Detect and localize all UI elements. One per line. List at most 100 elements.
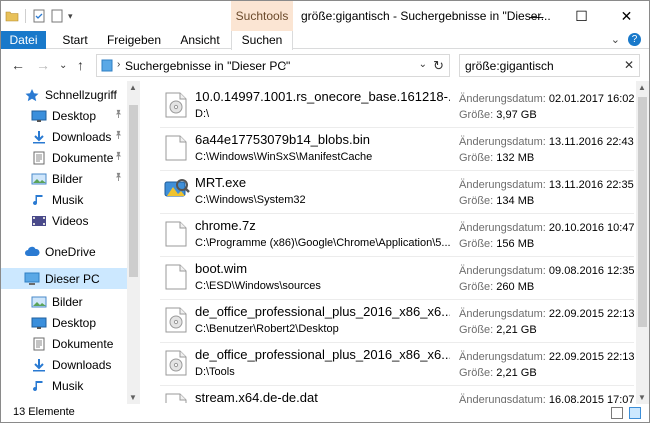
size-label: Größe: [459,195,494,207]
list-item[interactable]: boot.wim C:\ESD\Windows\sources Änderungsd… [158,257,634,300]
date-value: 20.10.2016 10:47 [548,222,634,234]
breadcrumb-chevron-icon[interactable]: › [117,59,120,70]
navigation-pane: Schnellzugriff Desktop Downloads Dokumente B… [1,81,141,404]
properties-icon[interactable] [32,9,46,23]
video-icon [31,214,47,228]
file-list-scroll-thumb[interactable] [638,97,647,327]
sidebar-item-dieser-pc[interactable]: Dieser PC [1,268,127,289]
pin-icon [114,109,123,120]
explorer-window: ▾ Suchtools größe:gigantisch - Suchergeb… [0,0,650,423]
file-list: 10.0.14997.1001.rs_onecore_base.161218-.… [158,85,634,403]
details-view-icon[interactable] [611,407,623,419]
list-item[interactable]: de_office_professional_plus_2016_x86_x6.… [158,300,634,343]
list-item[interactable]: de_office_professional_plus_2016_x86_x6.… [158,343,634,386]
close-button[interactable]: ✕ [604,1,649,31]
sidebar-scroll-thumb[interactable] [129,105,138,277]
sidebar-item-label: Schnellzugriff [45,87,117,102]
mrt-app-icon [162,176,190,202]
list-item[interactable]: 6a44e17753079b14_blobs.bin C:\Windows\Win… [158,128,634,171]
context-tab-label: Suchtools [235,9,289,23]
search-results-icon [101,59,113,72]
item-count: 13 Elemente [13,406,75,418]
forward-button[interactable]: → [36,57,50,73]
date-label: Änderungsdatum: [459,394,546,403]
folder-icon[interactable] [5,9,19,23]
minimize-button[interactable]: — [514,1,559,31]
pin-icon [114,172,123,183]
breadcrumb[interactable]: Suchergebnisse in "Dieser PC" [125,59,290,73]
scroll-up-icon[interactable]: ▲ [129,83,137,92]
ribbon-expand-icon[interactable]: ⌄ [611,33,620,46]
back-button[interactable]: ← [11,57,25,73]
content-view-icon[interactable] [629,407,641,419]
sidebar-item-onedrive[interactable]: OneDrive [1,241,127,262]
scroll-down-icon[interactable]: ▼ [129,393,137,402]
size-label: Größe: [459,324,494,336]
sidebar-item-downloads[interactable]: Downloads [1,354,127,375]
tab-suchen[interactable]: Suchen [231,31,293,50]
sidebar-item-schnellzugriff[interactable]: Schnellzugriff [1,84,127,105]
file-list-scrollbar[interactable]: ▲ ▼ [636,81,649,404]
sidebar-item-label: Dokumente [52,336,114,351]
address-bar[interactable]: › Suchergebnisse in "Dieser PC" › ⌄ ↻ [96,54,450,77]
date-value: 22.09.2015 22:13 [548,351,634,363]
sidebar-item-dokumente[interactable]: Dokumente [1,147,127,168]
sidebar-item-bilder[interactable]: Bilder [1,168,127,189]
tab-start[interactable]: Start [51,31,99,49]
recent-locations-button[interactable]: ⌄ [59,60,67,71]
date-label: Änderungsdatum: [459,93,546,105]
tab-freigeben[interactable]: Freigeben [101,31,167,49]
new-folder-icon[interactable] [50,9,64,23]
list-item[interactable]: chrome.7z C:\Programme (x86)\Google\Chrom… [158,214,634,257]
date-value: 02.01.2017 16:02 [548,93,634,105]
sidebar-scrollbar[interactable]: ▲ ▼ [127,81,140,404]
sidebar-item-musik[interactable]: Musik [1,375,127,396]
sidebar-item-desktop[interactable]: Desktop [1,312,127,333]
search-box[interactable]: ✕ [459,54,640,77]
scroll-up-icon[interactable]: ▲ [638,83,646,92]
sidebar-item-videos[interactable]: Videos [1,210,127,231]
size-label: Größe: [459,367,494,379]
sidebar-item-label: Downloads [52,357,112,372]
date-label: Änderungsdatum: [459,222,546,234]
qat-dropdown-icon[interactable]: ▾ [68,11,73,22]
scroll-down-icon[interactable]: ▼ [638,393,646,402]
disc-image-icon [165,350,187,376]
file-icon [165,264,187,290]
close-icon: ✕ [620,7,633,24]
tab-ansicht[interactable]: Ansicht [169,31,231,49]
sidebar-item-bilder[interactable]: Bilder [1,291,127,312]
file-date: Änderungsdatum: 16.08.2015 17:07 [459,394,634,403]
file-name: chrome.7z [195,218,256,233]
pictures-icon [31,172,47,186]
tab-datei[interactable]: Datei [1,31,46,49]
list-item[interactable]: MRT.exe C:\Windows\System32 Änderungsdatum… [158,171,634,214]
clear-search-icon[interactable]: ✕ [624,58,634,72]
desktop-icon [31,109,47,123]
maximize-button[interactable]: ☐ [559,1,604,31]
list-item[interactable]: stream.x64.de-de.dat Änderungsdatum: 16.0… [158,386,634,403]
sidebar-item-label: Musik [52,378,84,393]
refresh-icon[interactable]: ↻ [433,58,444,74]
sidebar-item-desktop[interactable]: Desktop [1,105,127,126]
help-icon[interactable]: ? [628,33,641,46]
list-item[interactable]: 10.0.14997.1001.rs_onecore_base.161218-.… [158,85,634,128]
file-date: Änderungsdatum: 13.11.2016 22:35 [459,179,634,191]
address-dropdown-icon[interactable]: ⌄ [419,59,427,70]
sidebar-item-label: Desktop [52,108,97,123]
size-label: Größe: [459,281,494,293]
file-path: C:\Windows\WinSxS\ManifestCache [195,151,373,163]
computer-icon [24,272,40,286]
search-input[interactable] [465,58,615,73]
sidebar-item-musik[interactable]: Musik [1,189,127,210]
file-path: D:\ [195,108,210,120]
minimize-icon: — [529,8,544,24]
desktop-icon [31,316,47,330]
breadcrumb-chevron-icon[interactable]: › [283,59,286,70]
up-button[interactable]: ↑ [77,57,84,73]
navigation-bar: ← → ⌄ ↑ › Suchergebnisse in "Dieser PC" … [1,50,649,81]
sidebar-item-dokumente[interactable]: Dokumente [1,333,127,354]
file-name: de_office_professional_plus_2016_x86_x6.… [195,347,450,362]
file-date: Änderungsdatum: 09.08.2016 12:35 [459,265,634,277]
sidebar-item-downloads[interactable]: Downloads [1,126,127,147]
